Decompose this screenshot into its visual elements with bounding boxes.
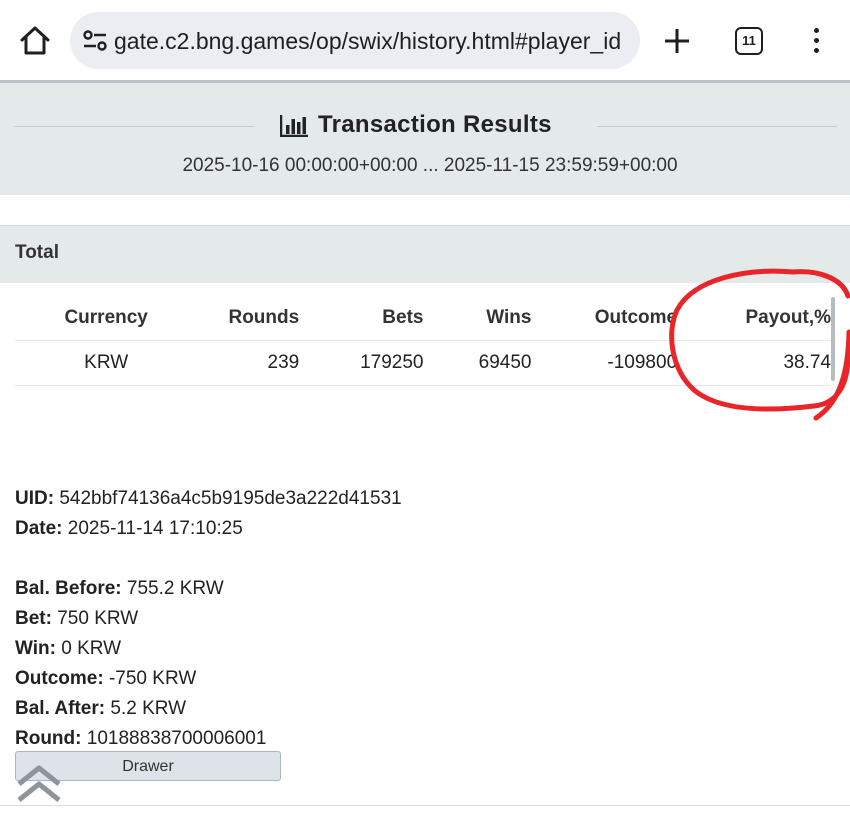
date-range: 2025-10-16 00:00:00+00:00 ... 2025-11-15… bbox=[182, 155, 678, 176]
outcome-value: -750 KRW bbox=[108, 668, 197, 689]
cell-payout: 38.74 bbox=[677, 340, 831, 386]
total-label: Total bbox=[15, 242, 59, 263]
bottom-divider bbox=[0, 805, 850, 806]
cell-currency: KRW bbox=[15, 340, 198, 386]
bet-value: 750 KRW bbox=[57, 608, 139, 629]
round-line: Round: 10188838700006001 bbox=[15, 728, 267, 749]
table-scrollbar[interactable] bbox=[831, 297, 835, 381]
bal-before-value: 755.2 KRW bbox=[126, 578, 224, 599]
win-value: 0 KRW bbox=[61, 638, 122, 659]
column-header: Wins bbox=[486, 307, 532, 328]
home-icon[interactable] bbox=[18, 24, 52, 58]
title-rule-left bbox=[14, 126, 254, 127]
column-header: Currency bbox=[64, 307, 148, 328]
bal-after-value: 5.2 KRW bbox=[110, 698, 187, 719]
page-title: Transaction Results bbox=[280, 111, 580, 143]
total-section-header: Total bbox=[0, 225, 850, 283]
table-header-row: Currency Rounds Bets Wins Outcome Payout… bbox=[15, 296, 831, 341]
bal-before-line: Bal. Before: 755.2 KRW bbox=[15, 578, 224, 599]
scroll-top-icon[interactable] bbox=[15, 762, 63, 806]
site-settings-icon[interactable] bbox=[82, 29, 108, 53]
more-vert-icon[interactable] bbox=[810, 28, 822, 54]
cell-bets: 179250 bbox=[299, 340, 424, 386]
column-header: Rounds bbox=[228, 307, 300, 328]
date-value: 2025-11-14 17:10:25 bbox=[67, 518, 243, 539]
uid-line: UID: 542bbf74136a4c5b9195de3a222d41531 bbox=[15, 488, 402, 509]
column-header: Bets bbox=[382, 307, 424, 328]
column-header: Payout,% bbox=[745, 307, 831, 328]
win-line: Win: 0 KRW bbox=[15, 638, 122, 659]
tab-switcher-icon[interactable]: 11 bbox=[735, 27, 763, 55]
results-header: Transaction Results 2025-10-16 00:00:00+… bbox=[0, 83, 850, 195]
page-title-text: Transaction Results bbox=[318, 111, 552, 138]
browser-toolbar: gate.c2.bng.games/op/swix/history.html#p… bbox=[0, 0, 850, 80]
transaction-details: UID: 542bbf74136a4c5b9195de3a222d41531 D… bbox=[15, 484, 402, 754]
uid-value: 542bbf74136a4c5b9195de3a222d41531 bbox=[59, 488, 402, 509]
date-line: Date: 2025-11-14 17:10:25 bbox=[15, 518, 243, 539]
table-row: KRW 239 179250 69450 -109800 38.74 bbox=[15, 340, 831, 386]
outcome-line: Outcome: -750 KRW bbox=[15, 668, 197, 689]
title-rule-right bbox=[597, 126, 837, 127]
cell-wins: 69450 bbox=[423, 340, 532, 386]
plus-icon[interactable] bbox=[662, 26, 692, 56]
column-header: Outcome bbox=[594, 307, 678, 328]
bal-after-line: Bal. After: 5.2 KRW bbox=[15, 698, 187, 719]
totals-table: Currency Rounds Bets Wins Outcome Payout… bbox=[15, 296, 831, 386]
cell-rounds: 239 bbox=[197, 340, 300, 386]
cell-outcome: -109800 bbox=[531, 340, 678, 386]
address-bar[interactable]: gate.c2.bng.games/op/swix/history.html#p… bbox=[70, 12, 640, 69]
url-text: gate.c2.bng.games/op/swix/history.html#p… bbox=[114, 28, 622, 54]
round-value: 10188838700006001 bbox=[86, 728, 267, 749]
bet-line: Bet: 750 KRW bbox=[15, 608, 139, 629]
bar-chart-icon bbox=[280, 115, 308, 137]
